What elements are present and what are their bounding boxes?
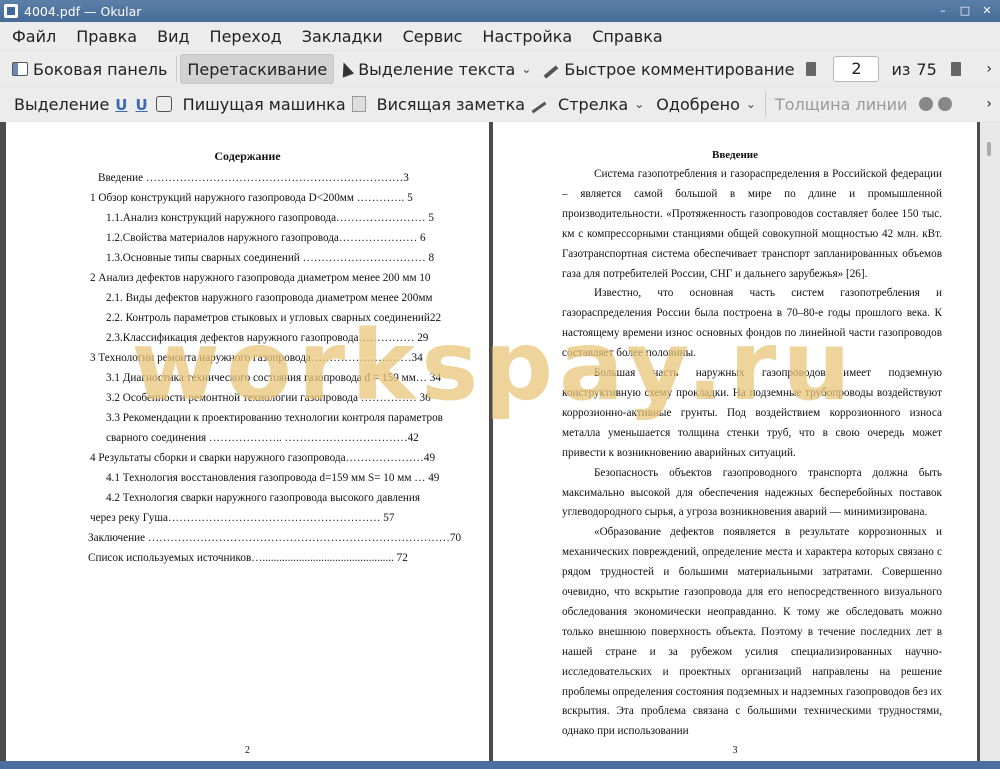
document-page-3: Введение Система газопотребления и газор… [493, 122, 977, 762]
sticky-note-button[interactable]: Висящая заметка [371, 90, 531, 118]
selection-tool-label: Выделение [14, 94, 110, 114]
paragraph: Большая часть наружных газопроводов имее… [562, 367, 942, 459]
text-selection-button[interactable]: Выделение текста ⌄ [334, 55, 537, 83]
sidebar-icon [12, 62, 28, 76]
arrow-tool-button[interactable]: Стрелка ⌄ [552, 90, 650, 118]
toc-line: 3.1 Диагностика технического состояния г… [106, 372, 441, 384]
menu-help[interactable]: Справка [584, 27, 671, 46]
typewriter-button[interactable]: Пишущая машинка [177, 90, 352, 118]
page-down-icon [950, 62, 961, 76]
page-up-icon [806, 62, 817, 76]
paragraph: Известно, что основная часть систем газо… [562, 287, 942, 360]
text-selection-label: Выделение текста [358, 59, 516, 79]
toc-line: 2 Анализ дефектов наружного газопровода … [90, 272, 431, 284]
toolbar-separator [764, 91, 766, 117]
menu-bookmarks[interactable]: Закладки [294, 27, 391, 46]
toc-line: 4.1 Технология восстановления газопровод… [106, 472, 440, 484]
body-text: Система газопотребления и газораспределе… [562, 165, 942, 742]
page-number: 2 [245, 745, 250, 756]
line-width-label: Толщина линии [774, 94, 908, 114]
toc-line: Список используемых источников….........… [88, 552, 408, 564]
page-of-label: из [891, 59, 911, 79]
toc-line: 2.1. Виды дефектов наружного газопровода… [106, 292, 433, 304]
toolbar-overflow-icon[interactable]: › [986, 61, 992, 77]
toc-line: 2.3.Классификация дефектов наружного газ… [106, 332, 429, 344]
stamp-icon[interactable] [155, 96, 172, 112]
browse-tool-button[interactable]: Перетаскивание [180, 54, 335, 84]
paragraph: Система газопотребления и газораспределе… [562, 168, 942, 280]
pen-icon [543, 65, 559, 79]
menu-edit[interactable]: Правка [68, 27, 145, 46]
vertical-scrollbar[interactable] [980, 122, 1000, 769]
minimize-icon[interactable]: – [936, 3, 950, 17]
document-viewport[interactable]: Содержание Введение ……………………………………………………… [0, 122, 1000, 769]
page-number-input[interactable]: 2 [833, 56, 880, 82]
arrow-tool-icon [531, 101, 547, 113]
menu-go[interactable]: Переход [202, 27, 290, 46]
line-width-button[interactable]: Толщина линии [769, 90, 914, 118]
sticky-note-label: Висящая заметка [376, 94, 526, 114]
paragraph: «Образование дефектов появляется в резул… [562, 526, 942, 738]
toc-line: 4.2 Технология сварки наружного газопров… [106, 492, 421, 504]
squiggle-underline-icon[interactable]: U [135, 96, 147, 114]
sidebar-button[interactable]: Боковая панель [6, 55, 173, 83]
arrow-tool-label: Стрелка [558, 94, 629, 114]
approved-stamp-button[interactable]: Одобрено ⌄ [650, 90, 762, 118]
color-picker-icon[interactable] [919, 97, 934, 111]
quick-comment-label: Быстрое комментирование [564, 59, 795, 79]
toc-line: 1 Обзор конструкций наружного газопровод… [90, 192, 413, 204]
toolbar-separator [176, 56, 178, 82]
page-total-label: 75 [916, 59, 937, 79]
sticky-note-icon [351, 96, 366, 112]
document-page-2: Содержание Введение ……………………………………………………… [6, 122, 489, 762]
toc-line: через реку Гуша………………………………………………… 57 [90, 512, 395, 524]
menu-tools[interactable]: Сервис [395, 27, 471, 46]
menu-settings[interactable]: Настройка [474, 27, 580, 46]
maximize-icon[interactable]: □ [958, 3, 972, 17]
toc-line: 1.3.Основные типы сварных соединений ………… [106, 252, 435, 264]
approved-stamp-label: Одобрено [656, 94, 740, 114]
menu-file[interactable]: Файл [4, 27, 64, 46]
cursor-icon [338, 60, 355, 78]
close-icon[interactable]: ✕ [980, 3, 994, 17]
chevron-down-icon[interactable]: ⌄ [634, 97, 644, 111]
window-title: 4004.pdf — Okular [24, 3, 142, 19]
toc-title: Содержание [214, 149, 281, 163]
page-number: 3 [732, 745, 738, 756]
quick-comment-button[interactable]: Быстрое комментирование [537, 55, 800, 83]
bottom-bar [0, 761, 1000, 769]
browse-tool-label: Перетаскивание [187, 59, 328, 79]
menu-bar: Файл Правка Вид Переход Закладки Сервис … [0, 22, 1000, 50]
toc-line: 3.2 Особенности ремонтной технологии газ… [106, 392, 431, 404]
next-page-button[interactable] [945, 55, 972, 83]
toc-line: 3.3 Рекомендации к проектированию технол… [106, 412, 443, 424]
typewriter-label: Пишущая машинка [182, 94, 346, 114]
toc-line: Заключение ………………………………………………………………………70 [88, 532, 462, 544]
section-title: Введение [711, 149, 759, 161]
underline-icon[interactable]: U [115, 96, 127, 114]
opacity-icon[interactable] [938, 97, 953, 111]
okular-app-icon [4, 4, 18, 18]
paragraph: Безопасность объектов газопроводного тра… [562, 466, 942, 519]
menu-view[interactable]: Вид [149, 27, 197, 46]
toc-line: 2.2. Контроль параметров стыковых и угло… [106, 312, 442, 324]
selection-tool-button[interactable]: Выделение [8, 90, 115, 118]
previous-page-button[interactable] [800, 55, 827, 83]
toc-line: 4 Результаты сборки и сварки наружного г… [90, 452, 436, 464]
window-controls: – □ ✕ [936, 3, 994, 17]
toolbar-overflow-icon[interactable]: › [986, 96, 992, 112]
title-bar: 4004.pdf — Okular – □ ✕ [0, 0, 1000, 22]
annotation-toolbar: Выделение U U Пишущая машинка Висящая за… [0, 87, 1000, 121]
toc-line: 1.2.Свойства материалов наружного газопр… [106, 232, 426, 244]
scrollbar-thumb[interactable] [987, 142, 991, 156]
chevron-down-icon[interactable]: ⌄ [746, 97, 756, 111]
chevron-down-icon[interactable]: ⌄ [521, 62, 531, 76]
toc-line: сварного соединения ……………….. ……………………………… [106, 432, 419, 444]
sidebar-label: Боковая панель [33, 59, 168, 79]
toc-line: 1.1.Анализ конструкций наружного газопро… [106, 212, 434, 224]
toc-line: 3 Технологии ремонта наружного газопрово… [90, 352, 423, 364]
toc-line: Введение ……………………………………………………………3 [98, 172, 409, 184]
main-toolbar: Боковая панель Перетаскивание Выделение … [0, 52, 1000, 86]
